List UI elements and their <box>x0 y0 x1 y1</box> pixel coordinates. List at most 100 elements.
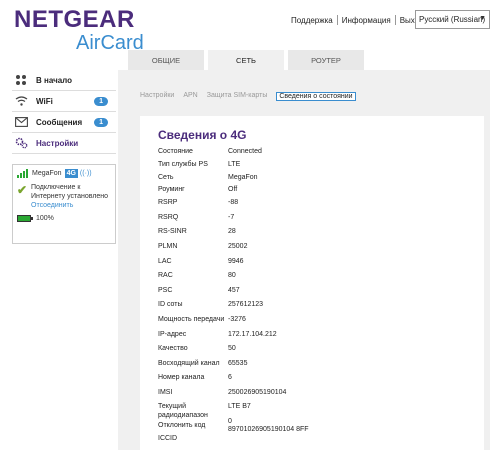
status-table: Состояние Connected Тип службы PS LTE Сеть Me… <box>158 148 466 447</box>
sidebar-item-settings[interactable]: Настройки <box>12 133 116 154</box>
row-value: 89701026905190104 8FF <box>228 425 309 433</box>
envelope-icon <box>12 117 30 127</box>
row-value: LTE B7 <box>228 402 251 410</box>
row-label: Текущий радиодиапазон <box>158 402 208 419</box>
status-details-panel: Сведения о 4G Состояние Connected Тип служ… <box>140 116 484 450</box>
divider <box>394 15 396 25</box>
battery-row: 100% <box>17 215 111 222</box>
wifi-badge: 1 <box>94 97 108 106</box>
operator-name: MegaFon <box>32 170 62 177</box>
row-value: Off <box>228 186 238 194</box>
row-label: ID соты <box>158 301 183 309</box>
row-label: Мощность передачи <box>158 315 225 323</box>
chevron-down-icon: ▼ <box>479 15 486 22</box>
sidebar-item-label: В начало <box>36 75 73 85</box>
row-value: MegaFon <box>228 173 258 181</box>
support-link[interactable]: Поддержка <box>291 16 333 25</box>
disconnect-link[interactable]: Отсоединить <box>31 201 111 210</box>
sub-tabs: Настройки APN Защита SIM-карты Сведения … <box>140 92 365 101</box>
row-value: 9946 <box>228 257 244 265</box>
table-row: Мощность передачи -3276 <box>158 316 466 331</box>
connection-row: ✔ Подключение к Интернету установлено От… <box>17 183 111 210</box>
row-value: 80 <box>228 272 236 280</box>
row-label: LAC <box>158 257 172 265</box>
data-activity-icon: ((·)) <box>79 170 92 177</box>
tab-router[interactable]: РОУТЕР <box>288 50 364 70</box>
sidebar-item-label: Сообщения <box>36 117 83 127</box>
logo-brand: NETGEAR <box>14 6 135 33</box>
row-label: PLMN <box>158 242 178 250</box>
row-label: RAC <box>158 272 173 280</box>
subtab-status-info[interactable]: Сведения о состоянии <box>276 92 356 101</box>
row-value: -3276 <box>228 315 246 323</box>
battery-level: 100% <box>36 215 54 222</box>
operator-row: MegaFon 4G ((·)) <box>17 169 111 178</box>
row-label: Состояние <box>158 148 193 155</box>
language-select[interactable]: Русский (Russian) ▼ <box>415 10 490 29</box>
table-row: Сеть MegaFon <box>158 174 466 187</box>
row-value: 6 <box>228 374 232 382</box>
signal-strength-icon <box>17 169 29 178</box>
row-label: RSRQ <box>158 213 179 221</box>
info-link[interactable]: Информация <box>342 16 391 25</box>
table-row: IMSI 250026905190104 <box>158 389 466 402</box>
connection-status-text: Подключение к Интернету установлено <box>31 184 109 200</box>
table-row: PSC 457 <box>158 287 466 302</box>
row-value: 172.17.104.212 <box>228 330 277 338</box>
row-label: Роуминг <box>158 186 185 194</box>
sidebar-item-home[interactable]: В начало <box>12 70 116 91</box>
table-row: RSRQ -7 <box>158 214 466 229</box>
row-label: Восходящий канал <box>158 359 220 367</box>
network-type-badge: 4G <box>64 169 78 178</box>
panel-title: Сведения о 4G <box>158 128 247 142</box>
row-value: 457 <box>228 286 240 294</box>
messages-badge: 1 <box>94 118 108 127</box>
table-row: PLMN 25002 <box>158 243 466 258</box>
home-icon <box>12 74 30 86</box>
row-label: IMSI <box>158 388 173 396</box>
row-value: Connected <box>228 148 262 155</box>
row-label: RSRP <box>158 199 178 207</box>
subtab-sim-protection[interactable]: Защита SIM-карты <box>207 92 268 101</box>
table-row: ICCID 89701026905190104 8FF <box>158 426 466 448</box>
row-label: RS-SINR <box>158 228 187 236</box>
table-row: Тип службы PS LTE <box>158 161 466 174</box>
language-selected: Русский (Russian) <box>419 15 486 24</box>
wifi-icon <box>12 96 30 106</box>
row-value: 65535 <box>228 359 248 367</box>
row-value: 28 <box>228 228 236 236</box>
gear-icon <box>12 137 30 149</box>
row-label: Качество <box>158 345 188 353</box>
row-label: Номер канала <box>158 374 205 382</box>
row-value: 250026905190104 <box>228 388 287 396</box>
row-value: 50 <box>228 345 236 353</box>
sidebar-item-wifi[interactable]: WiFi 1 <box>12 91 116 112</box>
subtab-apn[interactable]: APN <box>183 92 197 101</box>
table-row: ID соты 257612123 <box>158 301 466 316</box>
table-row: Состояние Connected <box>158 148 466 161</box>
sidebar-item-label: WiFi <box>36 96 53 106</box>
row-value: -88 <box>228 199 239 207</box>
battery-icon <box>17 215 33 222</box>
tab-network[interactable]: СЕТЬ <box>208 50 284 70</box>
table-row: RAC 80 <box>158 272 466 287</box>
table-row: Восходящий канал 65535 <box>158 360 466 375</box>
row-value: LTE <box>228 160 241 168</box>
table-row: RS-SINR 28 <box>158 228 466 243</box>
sidebar-item-messages[interactable]: Сообщения 1 <box>12 112 116 133</box>
row-label: Тип службы PS <box>158 160 208 168</box>
row-label: PSC <box>158 286 173 294</box>
check-icon: ✔ <box>17 183 28 197</box>
row-label: IP-адрес <box>158 330 187 338</box>
subtab-settings[interactable]: Настройки <box>140 92 174 101</box>
row-label: Сеть <box>158 173 174 181</box>
table-row: LAC 9946 <box>158 258 466 273</box>
content-area: Настройки APN Защита SIM-карты Сведения … <box>118 70 490 450</box>
main-tabs: ОБЩИЕ СЕТЬ РОУТЕР <box>128 50 368 70</box>
sidebar-item-label: Настройки <box>36 138 79 148</box>
table-row: Номер канала 6 <box>158 374 466 389</box>
row-value: 257612123 <box>228 301 264 309</box>
tab-general[interactable]: ОБЩИЕ <box>128 50 204 70</box>
connection-status-box: MegaFon 4G ((·)) ✔ Подключение к Интерне… <box>12 164 116 244</box>
table-row: Роуминг Off <box>158 186 466 199</box>
